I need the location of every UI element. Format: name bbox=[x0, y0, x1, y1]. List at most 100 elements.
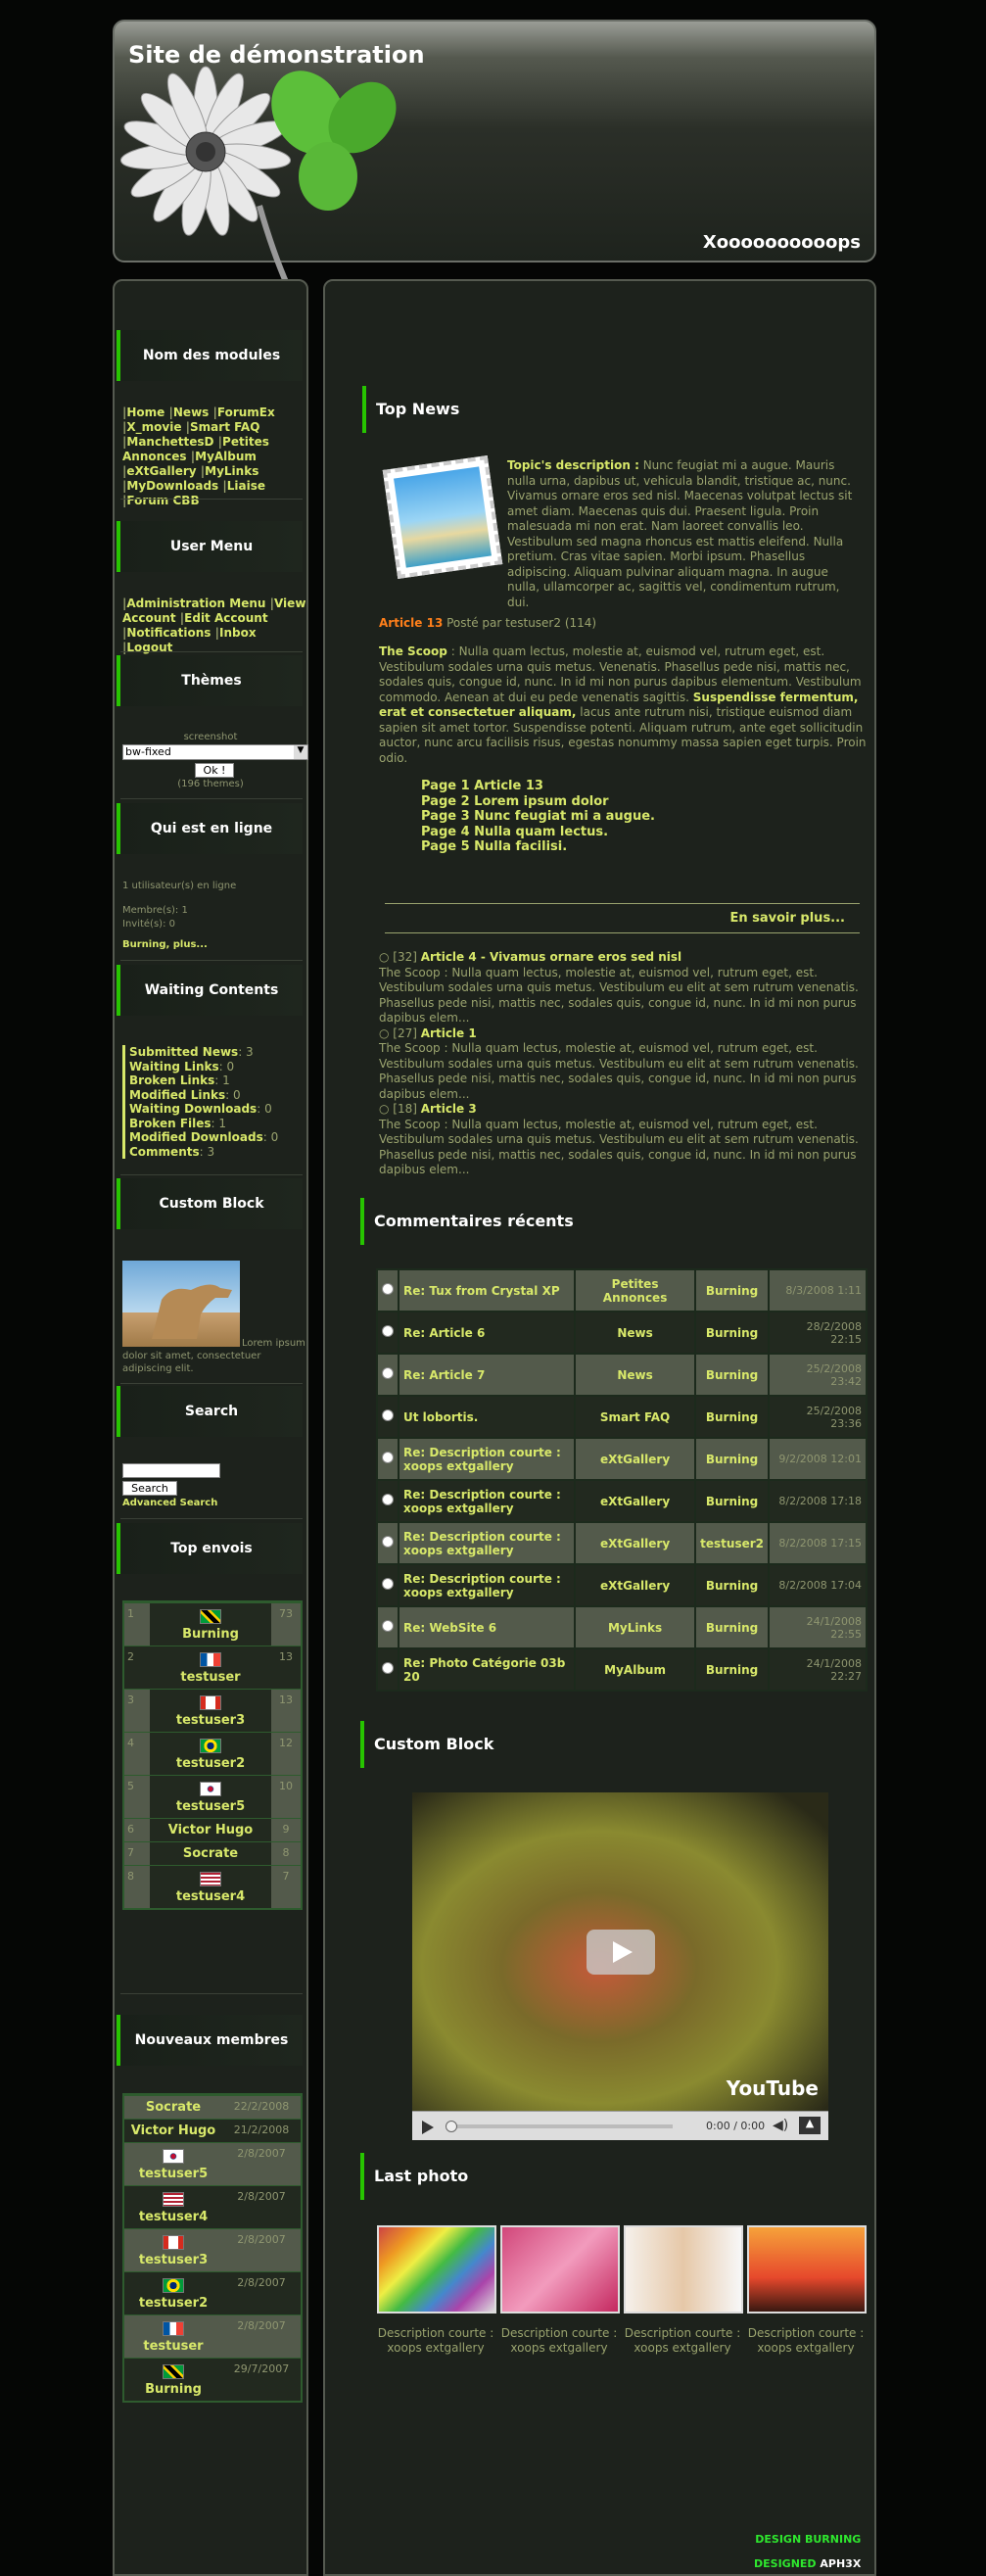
user-link[interactable]: Burning bbox=[694, 1647, 770, 1692]
top-user-link[interactable]: Victor Hugo bbox=[150, 1819, 271, 1841]
user-link[interactable]: Burning bbox=[694, 1268, 770, 1312]
page-link[interactable]: Page 2 Lorem ipsum dolor bbox=[421, 794, 655, 810]
member-link[interactable]: testuser3 bbox=[124, 2229, 222, 2271]
volume-icon[interactable]: ◀) bbox=[773, 2118, 788, 2133]
list-item[interactable]: Broken Links: 1 bbox=[122, 1073, 278, 1088]
module-link[interactable]: Smart FAQ bbox=[573, 1395, 697, 1439]
menu-mylinks[interactable]: MyLinks bbox=[205, 464, 258, 478]
comment-link[interactable]: Re: Description courte : xoops extgaller… bbox=[398, 1437, 576, 1481]
top-user-link[interactable]: testuser3 bbox=[150, 1690, 271, 1732]
menu-mydownloads[interactable]: MyDownloads bbox=[126, 479, 218, 493]
advanced-search-link[interactable]: Advanced Search bbox=[122, 1498, 217, 1508]
gallery-photo[interactable] bbox=[747, 2225, 867, 2314]
gallery-photo[interactable] bbox=[500, 2225, 620, 2314]
user-link[interactable]: Burning bbox=[694, 1605, 770, 1649]
photo-caption[interactable]: Description courte : xoops extgallery bbox=[745, 2326, 867, 2356]
user-link[interactable]: Burning bbox=[694, 1479, 770, 1523]
comment-link[interactable]: Re: Article 7 bbox=[398, 1353, 576, 1397]
menu-notifications[interactable]: Notifications bbox=[126, 626, 211, 640]
fullscreen-icon[interactable]: ▲ bbox=[799, 2117, 821, 2134]
member-link[interactable]: Socrate bbox=[124, 2096, 222, 2119]
comment-link[interactable]: Re: Description courte : xoops extgaller… bbox=[398, 1563, 576, 1607]
search-input[interactable] bbox=[122, 1463, 220, 1478]
progress-handle[interactable] bbox=[446, 2121, 457, 2132]
gallery-photo[interactable] bbox=[624, 2225, 743, 2314]
play-small-icon[interactable] bbox=[422, 2121, 434, 2134]
theme-select[interactable]: bw-fixed ▼ bbox=[122, 744, 308, 760]
member-link[interactable]: Victor Hugo bbox=[124, 2120, 222, 2142]
menu-forumex[interactable]: ForumEx bbox=[217, 405, 275, 419]
module-link[interactable]: eXtGallery bbox=[573, 1521, 697, 1565]
menu-inbox[interactable]: Inbox bbox=[219, 626, 257, 640]
online-list-link[interactable]: Burning, plus... bbox=[122, 939, 208, 950]
comment-link[interactable]: Re: Description courte : xoops extgaller… bbox=[398, 1521, 576, 1565]
list-item[interactable]: Comments: 3 bbox=[122, 1144, 278, 1159]
photo-caption[interactable]: Description courte : xoops extgallery bbox=[498, 2326, 620, 2356]
module-link[interactable]: eXtGallery bbox=[573, 1437, 697, 1481]
user-link[interactable]: Burning bbox=[694, 1353, 770, 1397]
list-item[interactable]: Submitted News: 3 bbox=[122, 1045, 278, 1060]
user-link[interactable]: Burning bbox=[694, 1437, 770, 1481]
progress-bar[interactable] bbox=[447, 2124, 673, 2128]
comment-link[interactable]: Re: Article 6 bbox=[398, 1311, 576, 1355]
list-item[interactable]: Waiting Links: 0 bbox=[122, 1059, 278, 1073]
comment-link[interactable]: Re: Photo Catégorie 03b 20 bbox=[398, 1647, 576, 1692]
comment-link[interactable]: Ut lobortis. bbox=[398, 1395, 576, 1439]
top-user-link[interactable]: testuser4 bbox=[150, 1866, 271, 1908]
play-button[interactable] bbox=[587, 1930, 655, 1975]
member-link[interactable]: testuser2 bbox=[124, 2272, 222, 2314]
list-item[interactable]: Broken Files: 1 bbox=[122, 1116, 278, 1130]
menu-admin[interactable]: Administration Menu bbox=[126, 596, 265, 610]
list-item[interactable]: Waiting Downloads: 0 bbox=[122, 1102, 278, 1117]
menu-smart-faq[interactable]: Smart FAQ bbox=[190, 420, 259, 434]
list-item[interactable]: Modified Downloads: 0 bbox=[122, 1130, 278, 1145]
theme-ok-button[interactable]: Ok ! bbox=[195, 763, 234, 778]
article-link[interactable]: Article 13 bbox=[379, 616, 443, 630]
top-user-link[interactable]: Burning bbox=[150, 1603, 271, 1646]
comment-link[interactable]: Re: Description courte : xoops extgaller… bbox=[398, 1479, 576, 1523]
member-link[interactable]: Burning bbox=[124, 2359, 222, 2401]
menu-x-movie[interactable]: X_movie bbox=[126, 420, 181, 434]
search-button[interactable]: Search bbox=[122, 1481, 177, 1496]
user-link[interactable]: Burning bbox=[694, 1311, 770, 1355]
top-user-link[interactable]: Socrate bbox=[150, 1842, 271, 1865]
menu-home[interactable]: Home bbox=[126, 405, 164, 419]
comment-link[interactable]: Re: WebSite 6 bbox=[398, 1605, 576, 1649]
menu-liaise[interactable]: Liaise bbox=[227, 479, 265, 493]
member-link[interactable]: testuser4 bbox=[124, 2186, 222, 2228]
footer-design-link[interactable]: DESIGN BURNING bbox=[754, 2527, 861, 2552]
article-title-link[interactable]: Article 3 bbox=[421, 1102, 477, 1116]
member-link[interactable]: testuser5 bbox=[124, 2143, 222, 2185]
module-link[interactable]: MyLinks bbox=[573, 1605, 697, 1649]
list-item[interactable]: Modified Links: 0 bbox=[122, 1087, 278, 1102]
photo-caption[interactable]: Description courte : xoops extgallery bbox=[375, 2326, 496, 2356]
module-link[interactable]: MyAlbum bbox=[573, 1647, 697, 1692]
module-link[interactable]: eXtGallery bbox=[573, 1563, 697, 1607]
user-link[interactable]: Burning bbox=[694, 1563, 770, 1607]
module-link[interactable]: News bbox=[573, 1353, 697, 1397]
footer-author-link[interactable]: APH3X bbox=[820, 2557, 861, 2570]
article-title-link[interactable]: Article 4 - Vivamus ornare eros sed nisl bbox=[421, 950, 681, 964]
menu-forum-cbb[interactable]: Forum CBB bbox=[126, 494, 199, 507]
photo-caption[interactable]: Description courte : xoops extgallery bbox=[622, 2326, 743, 2356]
page-link[interactable]: Page 5 Nulla facilisi. bbox=[421, 839, 655, 855]
article-title-link[interactable]: Article 1 bbox=[421, 1026, 477, 1040]
menu-myalbum[interactable]: MyAlbum bbox=[195, 450, 257, 463]
user-link[interactable]: testuser2 bbox=[694, 1521, 770, 1565]
menu-extgallery[interactable]: eXtGallery bbox=[126, 464, 196, 478]
page-link[interactable]: Page 4 Nulla quam lectus. bbox=[421, 825, 655, 840]
module-link[interactable]: eXtGallery bbox=[573, 1479, 697, 1523]
module-link[interactable]: Petites Annonces bbox=[573, 1268, 697, 1312]
menu-edit-account[interactable]: Edit Account bbox=[184, 611, 267, 625]
video-player[interactable]: YouTube 0:00 / 0:00 ◀) ▲ bbox=[412, 1792, 828, 2140]
page-link[interactable]: Page 1 Article 13 bbox=[421, 779, 655, 794]
read-more-link[interactable]: En savoir plus... bbox=[385, 911, 845, 926]
module-link[interactable]: News bbox=[573, 1311, 697, 1355]
comment-link[interactable]: Re: Tux from Crystal XP bbox=[398, 1268, 576, 1312]
top-user-link[interactable]: testuser2 bbox=[150, 1733, 271, 1775]
user-link[interactable]: Burning bbox=[694, 1395, 770, 1439]
menu-manchettes[interactable]: ManchettesD bbox=[126, 435, 213, 449]
member-link[interactable]: testuser bbox=[124, 2315, 222, 2358]
gallery-photo[interactable] bbox=[377, 2225, 496, 2314]
top-user-link[interactable]: testuser bbox=[150, 1646, 271, 1689]
